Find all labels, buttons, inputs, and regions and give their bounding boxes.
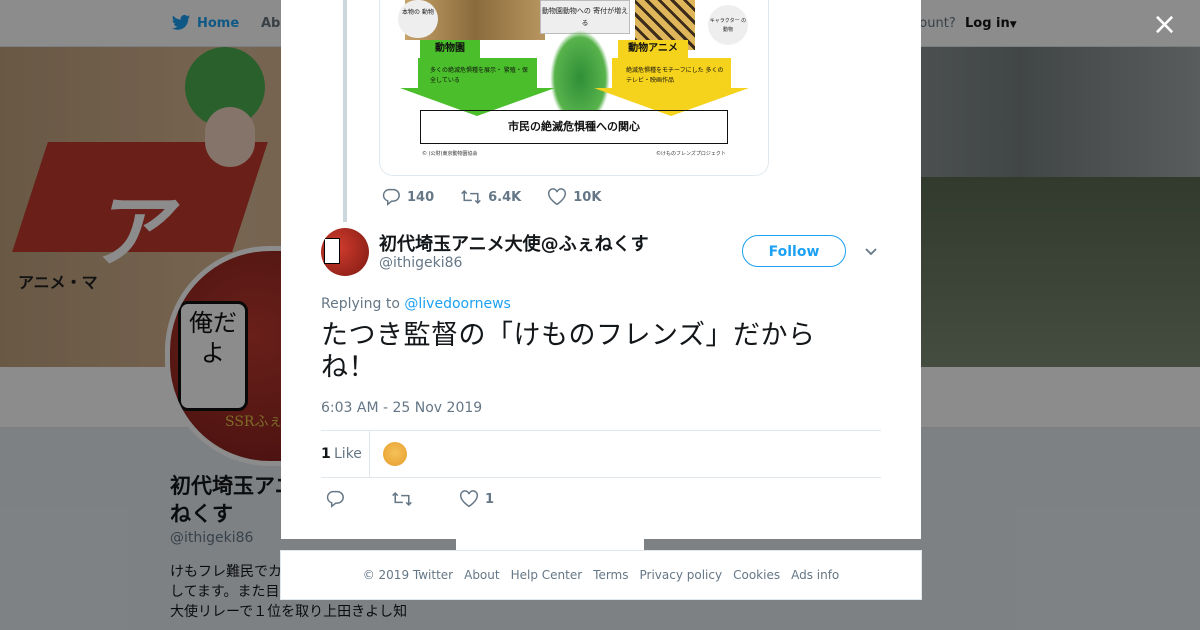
like-button[interactable]: 1 — [459, 490, 494, 508]
background-card-edge — [456, 539, 644, 550]
retweet-count: 6.4K — [488, 189, 522, 205]
result-box: 市民の絶滅危惧種への関心 — [420, 110, 728, 144]
zoo-label: 動物園 — [420, 40, 480, 58]
like-stat-count[interactable]: 1 — [321, 446, 331, 462]
character-animal-badge: キャラクター の動物 — [708, 5, 748, 45]
anime-label: 動物アニメ — [618, 40, 688, 58]
tweet-text-line-2: ね！ — [321, 352, 376, 383]
retweet-icon — [461, 189, 481, 205]
tweet-text: たつき監督の「けものフレンズ」だから ね！ — [321, 320, 841, 384]
liker-avatar[interactable] — [383, 442, 407, 466]
footer-privacy-link[interactable]: Privacy policy — [640, 568, 723, 582]
reply-button[interactable]: 140 — [381, 188, 434, 206]
tweet-stats: 1 Like — [321, 430, 881, 478]
like-button[interactable]: 10K — [547, 188, 601, 206]
tweet-author-handle[interactable]: @ithigeki86 — [379, 255, 462, 271]
replying-to-link[interactable]: @livedoornews — [404, 296, 510, 312]
reply-icon — [326, 490, 344, 508]
thread-line — [343, 0, 347, 222]
reply-icon — [382, 188, 400, 206]
copyright-right: ©けものフレンズプロジェクト — [656, 151, 726, 157]
tweet-media-image[interactable]: 本物の 動物 動物園動物への 寄付が増える キャラクター の動物 動物園 動物ア… — [379, 0, 769, 176]
copyright-left: © (公財)東京動物園協会 — [422, 151, 478, 157]
tweet-author-name[interactable]: 初代埼玉アニメ大使@ふぇねくす — [379, 230, 649, 256]
like-action-count: 1 — [485, 491, 495, 507]
footer-terms-link[interactable]: Terms — [593, 568, 628, 582]
retweet-button[interactable] — [391, 490, 413, 508]
follow-button[interactable]: Follow — [742, 235, 846, 267]
chevron-down-icon[interactable] — [864, 244, 878, 258]
like-stat-label[interactable]: Like — [334, 446, 362, 462]
reply-count: 140 — [407, 189, 435, 205]
footer-cookies-link[interactable]: Cookies — [733, 568, 780, 582]
parent-tweet-actions: 140 6.4K 10K — [381, 188, 627, 206]
tweet-timestamp[interactable]: 6:03 AM - 25 Nov 2019 — [321, 400, 482, 416]
footer-help-center-link[interactable]: Help Center — [511, 568, 583, 582]
anime-description: 絶滅危惧種をモチーフにした 多くのテレビ・映画作品 — [626, 67, 724, 84]
zoo-description: 多くの絶滅危惧種を展示・ 繁殖・保全している — [430, 67, 528, 84]
stats-divider — [369, 431, 370, 477]
footer-copyright: © 2019 Twitter — [362, 568, 454, 582]
donation-box: 動物園動物への 寄付が増える — [540, 0, 630, 34]
tweet-modal: 本物の 動物 動物園動物への 寄付が増える キャラクター の動物 動物園 動物ア… — [281, 0, 921, 539]
replying-to: Replying to @livedoornews — [321, 296, 511, 312]
tweet-actions: 1 — [325, 490, 540, 508]
replying-prefix: Replying to — [321, 296, 400, 312]
footer: © 2019 Twitter About Help Center Terms P… — [280, 550, 922, 600]
avatar-mini-bubble — [324, 238, 340, 264]
retweet-icon — [392, 491, 412, 507]
real-animal-badge: 本物の 動物 — [398, 0, 438, 38]
heart-icon — [548, 188, 567, 206]
close-icon[interactable]: × — [1152, 10, 1177, 40]
footer-ads-info-link[interactable]: Ads info — [791, 568, 839, 582]
retweet-button[interactable]: 6.4K — [460, 188, 521, 206]
reply-button[interactable] — [325, 490, 345, 508]
tweet-text-line-1: たつき監督の「けものフレンズ」だから — [321, 320, 816, 351]
like-count: 10K — [573, 189, 602, 205]
footer-about-link[interactable]: About — [464, 568, 499, 582]
heart-icon — [460, 490, 478, 508]
tweet-avatar[interactable] — [321, 228, 369, 276]
